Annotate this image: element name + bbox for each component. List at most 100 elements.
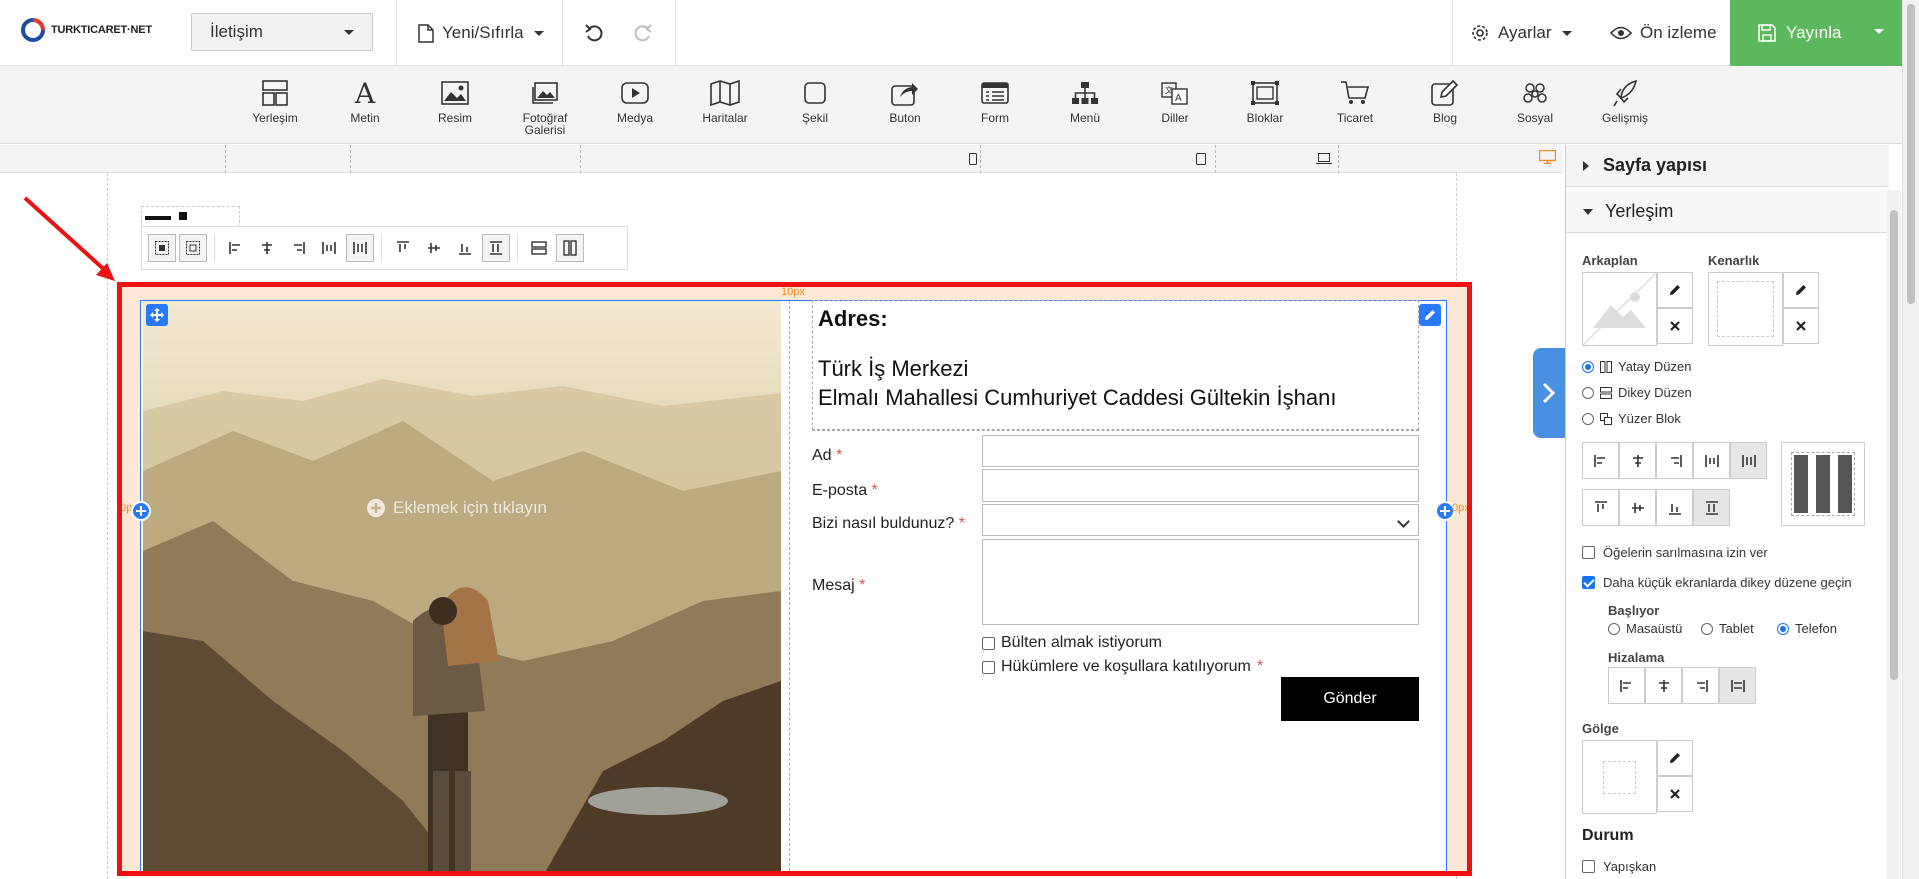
distribute-h-button[interactable] xyxy=(315,234,343,262)
tool-blocks[interactable]: Bloklar xyxy=(1220,66,1310,144)
rows-icon xyxy=(1600,386,1612,399)
radio[interactable] xyxy=(1582,412,1594,425)
layout-horizontal-option[interactable]: Yatay Düzen xyxy=(1582,359,1691,374)
layout-header[interactable]: Yerleşim xyxy=(1566,191,1889,233)
tool-gallery[interactable]: Fotoğraf Galerisi xyxy=(500,66,590,144)
wrap-items-checkbox[interactable]: Öğelerin sarılmasına izin ver xyxy=(1582,545,1768,560)
layout-floating-option[interactable]: Yüzer Blok xyxy=(1582,411,1681,426)
align-middle-button[interactable] xyxy=(420,234,448,262)
align-top-button[interactable] xyxy=(389,234,417,262)
undo-button[interactable] xyxy=(584,0,604,66)
tool-text[interactable]: A Metin xyxy=(320,66,410,144)
logo-icon xyxy=(21,18,45,42)
tablet-icon[interactable] xyxy=(1196,153,1206,165)
vertical-layout-button[interactable] xyxy=(525,234,553,262)
logo[interactable]: TURKTICARET·NET xyxy=(20,17,152,43)
radio[interactable] xyxy=(1608,622,1620,635)
device-tablet-option[interactable]: Tablet xyxy=(1701,621,1754,636)
shadow-edit-button[interactable] xyxy=(1657,740,1693,776)
sticky-checkbox[interactable]: Yapışkan xyxy=(1582,859,1656,874)
tool-languages[interactable]: A文 Diller xyxy=(1130,66,1220,144)
page-scrollbar[interactable] xyxy=(1902,0,1919,879)
stack-align-center-button[interactable] xyxy=(1645,667,1682,704)
border-clear-button[interactable] xyxy=(1783,308,1819,344)
publish-button[interactable]: Yayınla xyxy=(1730,0,1902,66)
tool-image[interactable]: Resim xyxy=(410,66,500,144)
align-left-icon xyxy=(229,242,240,254)
tool-maps[interactable]: Haritalar xyxy=(680,66,770,144)
tool-button[interactable]: Buton xyxy=(860,66,950,144)
page-select[interactable]: İletişim xyxy=(191,13,373,51)
radio[interactable] xyxy=(1582,360,1594,373)
align-center-button[interactable] xyxy=(253,234,281,262)
distribute-horizontal-icon xyxy=(322,242,336,254)
checkbox[interactable] xyxy=(1582,860,1595,873)
device-phone-option[interactable]: Telefon xyxy=(1777,621,1837,636)
device-desktop-option[interactable]: Masaüstü xyxy=(1608,621,1682,636)
shadow-clear-button[interactable] xyxy=(1657,776,1693,812)
stretch-v-button[interactable] xyxy=(482,234,510,262)
stack-align-left-button[interactable] xyxy=(1608,667,1645,704)
redo-button[interactable] xyxy=(633,0,653,66)
tool-commerce[interactable]: Ticaret xyxy=(1310,66,1400,144)
stack-justify-button[interactable] xyxy=(1719,667,1756,704)
v-align-middle-button[interactable] xyxy=(1619,489,1656,526)
align-left-button[interactable] xyxy=(222,234,250,262)
shadow-swatch[interactable] xyxy=(1582,740,1657,814)
stack-small-label: Daha küçük ekranlarda dikey düzene geçin xyxy=(1603,575,1852,590)
alignment-label: Hizalama xyxy=(1608,650,1665,665)
checkbox[interactable] xyxy=(1582,576,1595,589)
tool-shape[interactable]: Şekil xyxy=(770,66,860,144)
page-structure-header[interactable]: Sayfa yapısı xyxy=(1566,145,1889,187)
tool-form[interactable]: Form xyxy=(950,66,1040,144)
mini-toolbar-tab[interactable] xyxy=(141,206,240,228)
v-stretch-button[interactable] xyxy=(1693,489,1730,526)
eye-icon xyxy=(1610,26,1632,40)
tool-layout[interactable]: Yerleşim xyxy=(230,66,320,144)
h-align-left-button[interactable] xyxy=(1582,442,1619,479)
v-align-bottom-button[interactable] xyxy=(1656,489,1693,526)
panel-scrollbar[interactable] xyxy=(1887,190,1901,879)
chevron-down-icon[interactable] xyxy=(1874,29,1884,34)
tool-media[interactable]: Medya xyxy=(590,66,680,144)
horizontal-layout-button[interactable] xyxy=(556,234,584,262)
select-outer-button[interactable] xyxy=(179,234,207,262)
desktop-icon[interactable] xyxy=(1539,150,1556,164)
settings-button[interactable]: Ayarlar xyxy=(1470,0,1572,66)
h-align-center-button[interactable] xyxy=(1619,442,1656,479)
stack-small-checkbox[interactable]: Daha küçük ekranlarda dikey düzene geçin xyxy=(1582,575,1852,590)
align-bottom-button[interactable] xyxy=(451,234,479,262)
editor-canvas[interactable]: 10px 0px 0px Eklemek için tıklayın Adres… xyxy=(0,173,1563,879)
phone-icon[interactable] xyxy=(969,153,977,165)
stack-align-right-button[interactable] xyxy=(1682,667,1719,704)
h-stretch-button[interactable] xyxy=(1730,442,1767,479)
new-reset-button[interactable]: Yeni/Sıfırla xyxy=(418,0,544,66)
divider xyxy=(396,0,397,66)
border-swatch[interactable] xyxy=(1708,272,1783,346)
radio[interactable] xyxy=(1582,386,1594,399)
radio[interactable] xyxy=(1777,622,1789,635)
tool-social[interactable]: Sosyal xyxy=(1490,66,1580,144)
tool-label: Blog xyxy=(1432,111,1458,125)
v-align-top-button[interactable] xyxy=(1582,489,1619,526)
tool-label: Bloklar xyxy=(1246,111,1284,125)
h-distribute-button[interactable] xyxy=(1693,442,1730,479)
background-swatch[interactable] xyxy=(1582,272,1657,346)
select-inner-button[interactable] xyxy=(148,234,176,262)
background-clear-button[interactable] xyxy=(1657,308,1693,344)
radio[interactable] xyxy=(1701,622,1713,635)
stretch-h-button[interactable] xyxy=(346,234,374,262)
tool-advanced[interactable]: Gelişmiş xyxy=(1580,66,1670,144)
background-edit-button[interactable] xyxy=(1657,272,1693,308)
align-right-button[interactable] xyxy=(284,234,312,262)
checkbox[interactable] xyxy=(1582,546,1595,559)
preview-button[interactable]: Ön izleme xyxy=(1610,0,1717,66)
publish-label: Yayınla xyxy=(1786,23,1842,42)
panel-toggle-button[interactable] xyxy=(1533,348,1565,438)
h-align-right-button[interactable] xyxy=(1656,442,1693,479)
tool-blog[interactable]: Blog xyxy=(1400,66,1490,144)
border-edit-button[interactable] xyxy=(1783,272,1819,308)
layout-vertical-option[interactable]: Dikey Düzen xyxy=(1582,385,1692,400)
laptop-icon[interactable] xyxy=(1316,153,1332,164)
tool-menu[interactable]: Menü xyxy=(1040,66,1130,144)
